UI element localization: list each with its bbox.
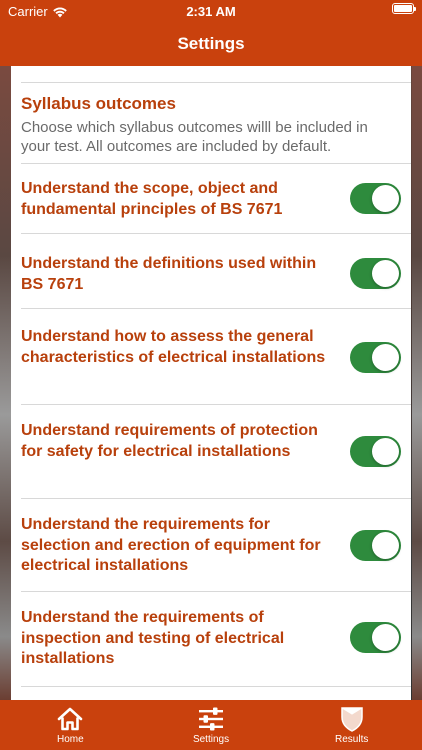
outcome-label: Understand the scope, object and fundame…: [21, 180, 283, 218]
settings-card: Syllabus outcomes Choose which syllabus …: [11, 66, 411, 700]
syllabus-section: Syllabus outcomes Choose which syllabus …: [21, 94, 395, 156]
outcome-label: Understand the definitions used within B…: [21, 255, 317, 293]
outcome-row-3: Understand how to assess the general cha…: [21, 308, 411, 404]
section-title: Syllabus outcomes: [21, 94, 176, 113]
outcome-toggle-2[interactable]: [350, 258, 401, 289]
outcome-toggle-1[interactable]: [350, 183, 401, 214]
toggle-knob: [372, 624, 399, 651]
toggle-knob: [372, 438, 399, 465]
page-title: Settings: [177, 34, 245, 53]
sliders-icon: [199, 707, 223, 731]
tab-settings[interactable]: Settings: [141, 700, 282, 750]
tab-bar: Home Settings Results: [0, 700, 422, 750]
outcome-toggle-4[interactable]: [350, 436, 401, 467]
toggle-knob: [372, 344, 399, 371]
status-time: 2:31 AM: [186, 4, 236, 19]
tab-results[interactable]: Results: [281, 700, 422, 750]
tab-home[interactable]: Home: [0, 700, 141, 750]
outcome-row-5: Understand the requirements for selectio…: [21, 498, 411, 591]
home-icon: [58, 707, 83, 731]
background-edge-right: [412, 66, 422, 700]
toggle-knob: [372, 260, 399, 287]
header: Carrier 2:31 AM Settings: [0, 0, 422, 66]
battery-icon: [392, 3, 416, 14]
outcome-row-6: Understand the requirements of inspectio…: [21, 591, 411, 686]
tab-label: Home: [56, 734, 84, 745]
outcome-toggle-5[interactable]: [350, 530, 401, 561]
outcome-row-2: Understand the definitions used within B…: [21, 233, 411, 308]
shield-icon: [340, 707, 363, 732]
divider: [21, 686, 411, 700]
outcome-row-1: Understand the scope, object and fundame…: [21, 163, 411, 233]
divider: [21, 82, 411, 83]
outcome-label: Understand how to assess the general cha…: [21, 328, 326, 366]
background-edge-left: [0, 66, 11, 700]
outcome-toggle-6[interactable]: [350, 622, 401, 653]
tab-label: Results: [335, 734, 369, 745]
outcome-label: Understand the requirements for selectio…: [21, 516, 321, 574]
section-description: Choose which syllabus outcomes willl be …: [21, 119, 368, 155]
status-bar: Carrier 2:31 AM: [0, 0, 422, 22]
tab-label: Settings: [192, 734, 230, 745]
outcome-label: Understand the requirements of inspectio…: [21, 609, 285, 667]
toggle-knob: [372, 185, 399, 212]
outcome-label: Understand requirements of protection fo…: [21, 422, 318, 460]
toggle-knob: [372, 532, 399, 559]
outcome-toggle-3[interactable]: [350, 342, 401, 373]
outcome-row-4: Understand requirements of protection fo…: [21, 404, 411, 498]
